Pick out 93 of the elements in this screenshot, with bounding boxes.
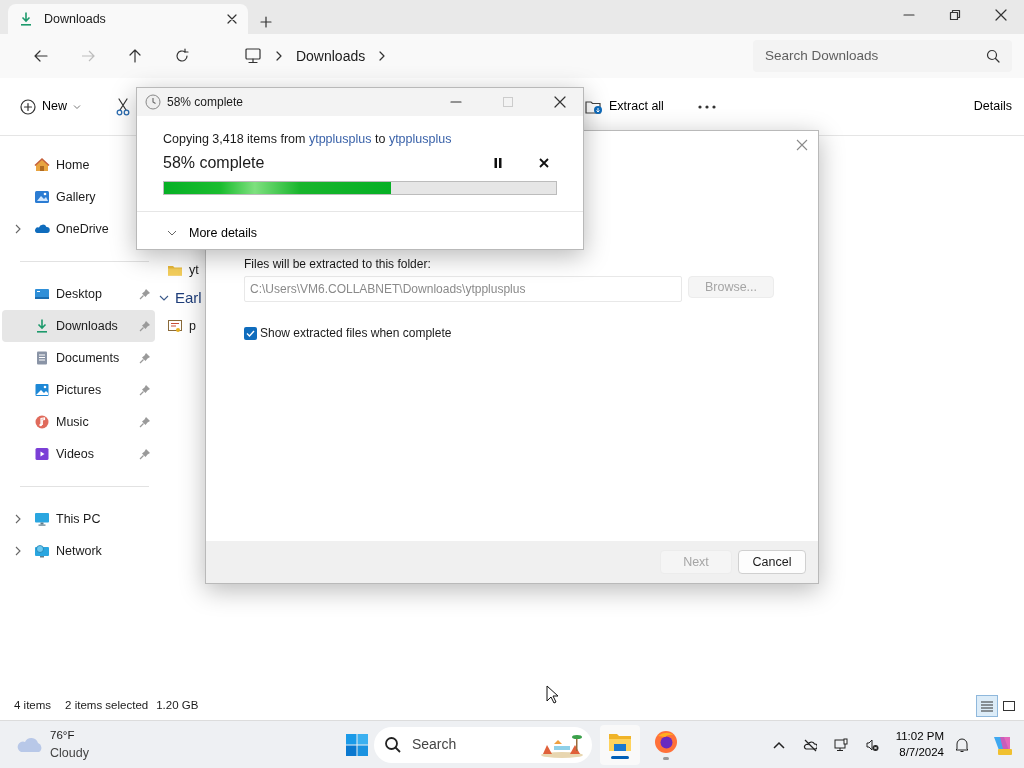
- temperature: 76°F: [50, 727, 76, 743]
- more-details-button[interactable]: More details: [167, 223, 258, 243]
- sidebar-item[interactable]: Documents: [2, 342, 155, 374]
- picture-icon: [34, 382, 50, 398]
- close-icon: [995, 9, 1007, 21]
- item-count: 4 items: [14, 698, 52, 714]
- folder-link[interactable]: ytpplusplus: [308, 132, 372, 146]
- pause-icon: [494, 157, 502, 168]
- new-tab-button[interactable]: [260, 16, 272, 28]
- sidebar-item[interactable]: Downloads: [2, 310, 155, 342]
- speaker-muted-icon: [865, 737, 880, 752]
- field-label: Files will be extracted to this folder:: [244, 256, 432, 273]
- gallery-icon: [34, 189, 50, 205]
- music-icon: [34, 414, 50, 430]
- document-icon: [34, 350, 50, 366]
- collapse-chevron-icon[interactable]: [159, 293, 169, 303]
- plus-icon: [260, 16, 272, 28]
- monitor-icon: [34, 511, 50, 527]
- chevron-down-icon: [167, 229, 177, 238]
- browser-tab[interactable]: Downloads: [8, 4, 248, 34]
- monitor-icon[interactable]: [243, 47, 262, 65]
- windows-logo-icon: [344, 732, 369, 757]
- scissors-icon: [115, 97, 131, 116]
- clock[interactable]: 11:02 PM 8/7/2024: [895, 729, 944, 760]
- search-icon: [383, 735, 402, 754]
- close-tab-button[interactable]: [226, 13, 238, 25]
- breadcrumb-item[interactable]: Downloads: [295, 45, 366, 67]
- video-icon: [34, 446, 50, 462]
- more-button[interactable]: [697, 104, 716, 109]
- plus-circle-icon: [20, 98, 36, 115]
- search-icon: [986, 49, 1000, 63]
- file-name[interactable]: p: [189, 316, 196, 336]
- network-icon: [834, 737, 849, 752]
- download-icon: [18, 11, 34, 27]
- browser-icon: [653, 729, 678, 754]
- sidebar-item[interactable]: Music: [2, 406, 155, 438]
- more-icon: [697, 104, 716, 109]
- cancel-button[interactable]: Cancel: [738, 550, 806, 574]
- home-icon: [34, 157, 50, 173]
- check-icon: [246, 328, 255, 338]
- close-icon: [226, 13, 238, 25]
- expand-chevron-icon[interactable]: [14, 224, 22, 234]
- progress-status: 58% complete: [163, 152, 266, 173]
- selection-count: 2 items selected: [65, 698, 149, 714]
- restore-icon: [949, 9, 961, 21]
- sidebar-item[interactable]: Network: [2, 535, 155, 567]
- bell-icon: [954, 736, 970, 753]
- square-icon: [1002, 700, 1016, 712]
- path-field[interactable]: C:\Users\VM6.COLLABNET\Downloads\ytpplusplus: [244, 276, 682, 302]
- back-arrow-icon: [33, 48, 50, 64]
- list-icon: [980, 700, 994, 712]
- group-header[interactable]: Earl: [175, 286, 202, 310]
- checkbox-label[interactable]: Show extracted files when complete: [260, 324, 452, 342]
- expand-chevron-icon[interactable]: [14, 514, 22, 524]
- checkbox[interactable]: [244, 326, 257, 340]
- cloud-off-icon: [803, 737, 818, 752]
- desktop-icon: [34, 286, 50, 302]
- file-name[interactable]: yt: [189, 260, 199, 280]
- selection-size: 1.20 GB: [156, 698, 199, 714]
- download-icon: [34, 318, 50, 334]
- sidebar-item[interactable]: Pictures: [2, 374, 155, 406]
- weather-condition: Cloudy: [50, 744, 89, 762]
- expand-chevron-icon[interactable]: [14, 546, 22, 556]
- sidebar-item[interactable]: Home: [2, 149, 155, 181]
- close-icon: [554, 96, 566, 108]
- maximize-icon: [502, 96, 514, 108]
- taskbar-search[interactable]: Search: [373, 726, 592, 763]
- sidebar-item[interactable]: This PC: [2, 503, 155, 535]
- sidebar-item[interactable]: Videos: [2, 438, 155, 470]
- copy-message: Copying 3,418 items from ytpplusplus to ytpplusplus: [163, 131, 453, 148]
- cut-button[interactable]: [115, 97, 131, 116]
- caret-icon: [73, 102, 81, 111]
- start-button[interactable]: [343, 732, 370, 757]
- certificate-file-icon: [167, 318, 183, 334]
- cursor-icon: [546, 685, 559, 704]
- weather-widget[interactable]: 76°F Cloudy: [16, 726, 89, 763]
- window-title: 58% complete: [167, 94, 245, 111]
- close-icon: [539, 157, 549, 168]
- close-button[interactable]: [796, 139, 808, 151]
- sidebar-item[interactable]: OneDrive: [2, 213, 155, 245]
- details-button[interactable]: Details: [973, 97, 1012, 116]
- folder-link[interactable]: ytpplusplus: [388, 132, 452, 146]
- network-icon: [34, 543, 50, 559]
- forward-arrow-icon: [80, 48, 97, 64]
- search-field[interactable]: Search Downloads: [753, 40, 1012, 72]
- refresh-icon: [174, 48, 191, 64]
- extract-all-button[interactable]: Extract all: [585, 97, 664, 116]
- sidebar-item[interactable]: Desktop: [2, 278, 155, 310]
- file-explorer-button[interactable]: [599, 724, 640, 765]
- sidebar-item[interactable]: Gallery: [2, 181, 155, 213]
- new-button[interactable]: New: [20, 97, 81, 116]
- clock-icon: [145, 94, 161, 110]
- close-icon: [796, 139, 808, 151]
